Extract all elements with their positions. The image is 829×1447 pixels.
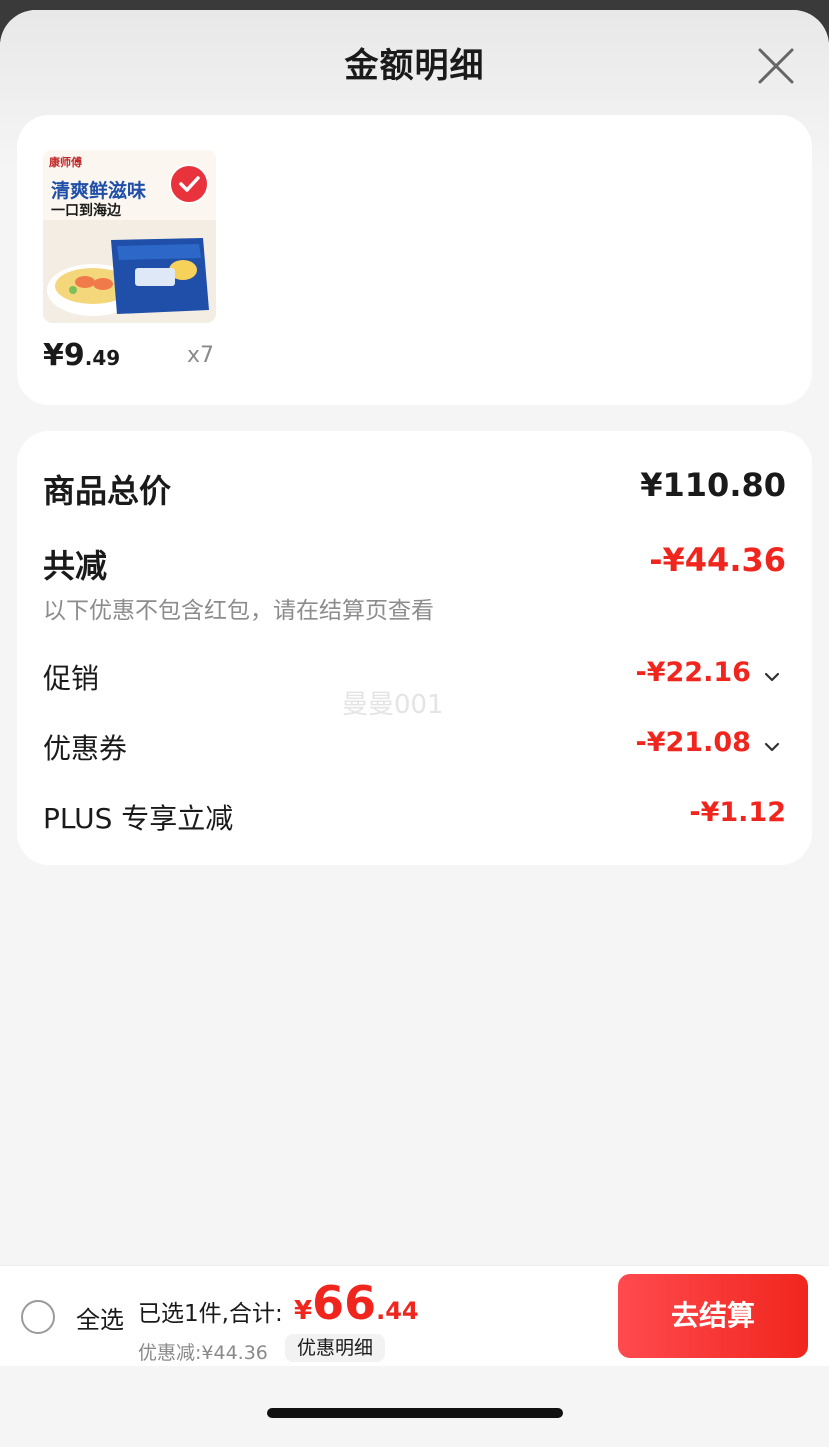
checkout-button[interactable]: 去结算	[618, 1274, 808, 1358]
watermark: 曼曼001	[342, 690, 444, 720]
total-price-label: 商品总价	[43, 472, 172, 510]
total-integer: 66	[312, 1276, 377, 1330]
plus-discount-label: PLUS 专享立减	[43, 802, 234, 835]
total-amount: ¥66.44	[294, 1276, 419, 1330]
selected-summary: 已选1件,合计:	[138, 1301, 283, 1327]
chevron-down-icon	[764, 742, 780, 751]
amount-detail-sheet: 金额明细 康师傅 清爽鲜滋味 一口到海边 ¥9.49 x7 商品总价 ¥110.…	[0, 10, 829, 1447]
chevron-down-icon	[764, 672, 780, 681]
page-title: 金额明细	[344, 46, 485, 86]
price-currency: ¥	[43, 338, 64, 373]
total-reduction-label: 共减	[43, 547, 108, 585]
price-cents: .49	[84, 346, 121, 370]
product-thumbnail[interactable]: 康师傅 清爽鲜滋味 一口到海边	[43, 150, 216, 323]
close-icon	[758, 48, 794, 84]
checkout-bar: 全选 已选1件,合计: ¥66.44 优惠减:¥44.36 优惠明细 去结算	[0, 1265, 829, 1366]
select-all-label[interactable]: 全选	[76, 1300, 124, 1335]
price-integer: 9	[63, 338, 85, 373]
coupon-value: -¥21.08	[635, 727, 751, 758]
coupon-row[interactable]: -¥21.08	[636, 727, 783, 758]
price-summary-card: 商品总价 ¥110.80 共减 -¥44.36 以下优惠不包含红包，请在结算页查…	[17, 431, 812, 865]
discount-note: 以下优惠不包含红包，请在结算页查看	[43, 598, 434, 624]
select-all-radio[interactable]	[21, 1300, 55, 1334]
plus-discount-value: -¥1.12	[689, 797, 786, 828]
total-currency: ¥	[294, 1296, 313, 1326]
total-cents: .44	[376, 1297, 419, 1325]
coupon-label: 优惠券	[43, 732, 128, 765]
total-reduction-value: -¥44.36	[649, 541, 786, 579]
discount-summary: 优惠减:¥44.36	[138, 1342, 268, 1364]
product-headline: 清爽鲜滋味	[51, 180, 147, 202]
total-price-value: ¥110.80	[640, 466, 786, 504]
product-price: ¥9.49	[43, 338, 120, 373]
brand-logo-text: 康师傅	[49, 156, 82, 169]
product-subline: 一口到海边	[51, 203, 121, 219]
discount-detail-button[interactable]: 优惠明细	[285, 1334, 386, 1362]
promotion-row[interactable]: -¥22.16	[636, 657, 783, 688]
selected-check-icon	[169, 164, 209, 204]
product-quantity: x7	[187, 343, 215, 368]
product-card: 康师傅 清爽鲜滋味 一口到海边 ¥9.49 x7	[17, 115, 812, 405]
promotion-label: 促销	[43, 662, 100, 695]
close-button[interactable]	[752, 42, 800, 90]
promotion-value: -¥22.16	[635, 657, 751, 688]
home-indicator	[267, 1408, 563, 1418]
